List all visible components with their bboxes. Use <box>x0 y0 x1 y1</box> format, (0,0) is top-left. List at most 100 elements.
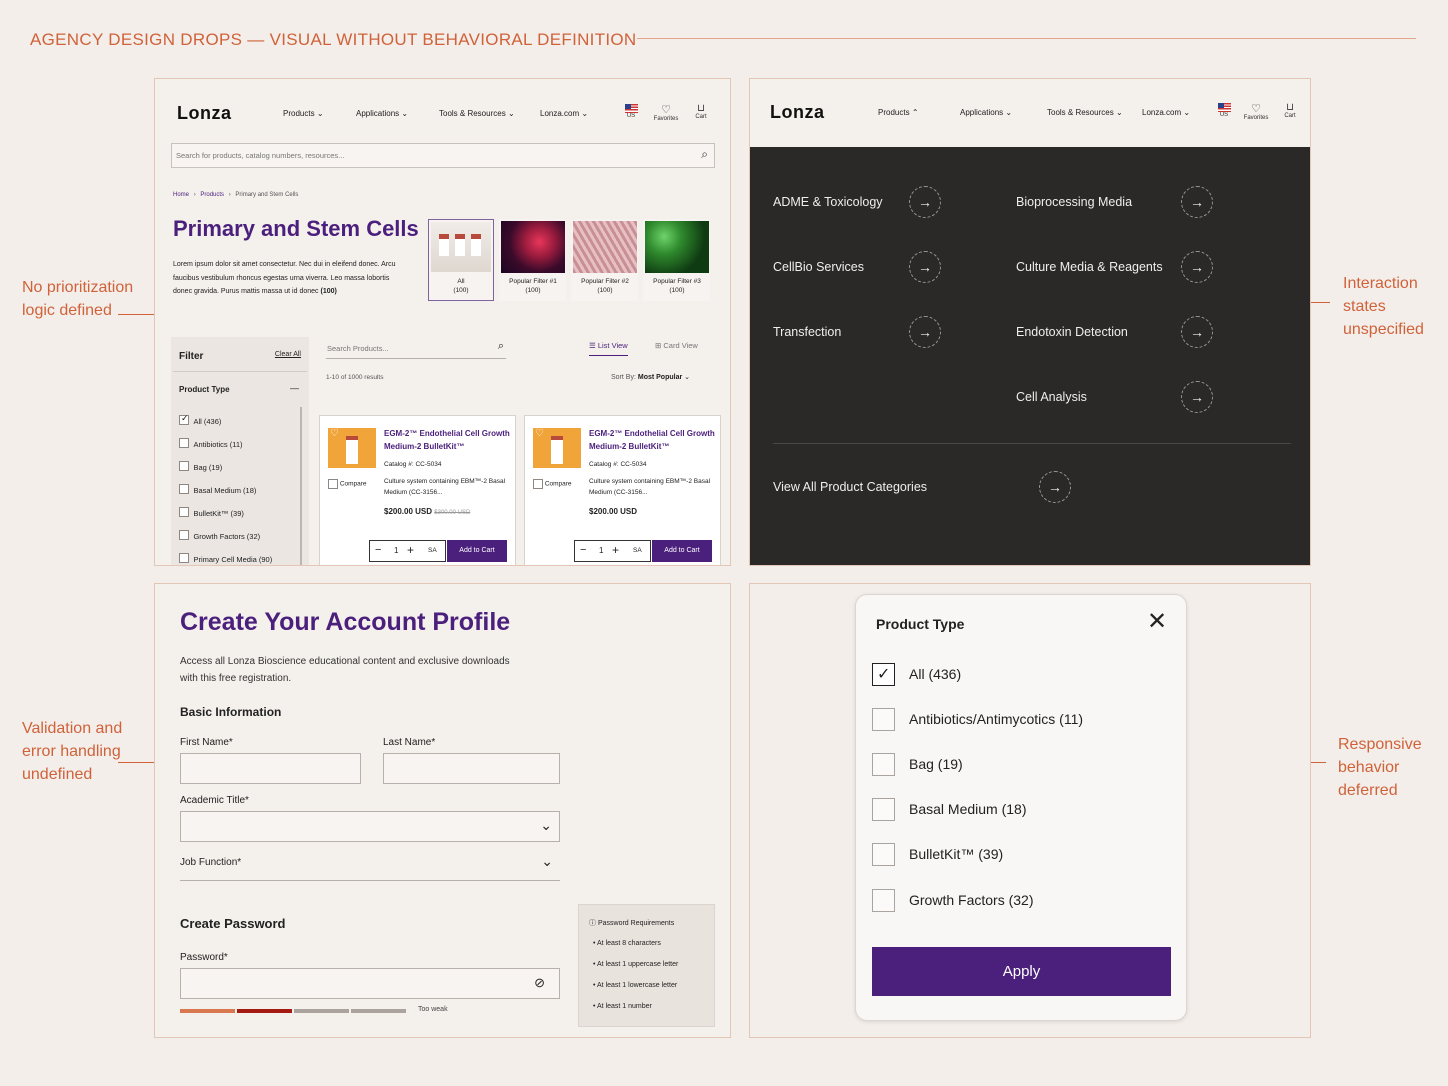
arrow-right-icon[interactable]: → <box>1181 186 1213 218</box>
add-to-cart-button[interactable]: Add to Cart <box>652 540 712 562</box>
nav-products[interactable]: Products ⌄ <box>283 109 324 118</box>
clear-all-link[interactable]: Clear All <box>275 351 301 358</box>
checkbox-checked[interactable]: ✓ <box>872 663 895 686</box>
nav-tools-resources[interactable]: Tools & Resources ⌄ <box>439 109 515 118</box>
us-flag-button[interactable]: US <box>623 104 639 119</box>
filter-option[interactable]: Growth Factors (32) <box>179 526 260 544</box>
minus-icon[interactable]: − <box>580 544 586 556</box>
plus-icon[interactable]: + <box>407 543 414 557</box>
plus-icon[interactable]: + <box>612 543 619 557</box>
quantity-value[interactable]: 1 <box>599 546 603 555</box>
checkbox[interactable] <box>533 479 543 489</box>
academic-title-select[interactable]: ⌄ <box>180 811 560 842</box>
quantity-value[interactable]: 1 <box>394 546 398 555</box>
checkbox[interactable] <box>179 529 189 540</box>
nav-products-open[interactable]: Products ⌃ <box>878 108 919 117</box>
arrow-right-icon[interactable]: → <box>1039 471 1071 503</box>
search-icon[interactable]: ⌕ <box>498 340 504 353</box>
filter-tile-1[interactable]: Popular Filter #1 (100) <box>499 219 566 301</box>
apply-button[interactable]: Apply <box>872 947 1171 996</box>
checkbox[interactable] <box>872 753 895 776</box>
menu-item-culture-media[interactable]: Culture Media & Reagents <box>1016 260 1163 274</box>
quantity-stepper[interactable]: − 1 + SA <box>574 540 651 562</box>
site-search-input[interactable]: Search for products, catalog numbers, re… <box>171 143 715 168</box>
filter-option[interactable]: Bag (19) <box>179 457 222 475</box>
heart-icon[interactable]: ♡ <box>330 428 339 439</box>
nav-lonza-com[interactable]: Lonza.com ⌄ <box>1142 108 1190 117</box>
menu-item-endotoxin-detection[interactable]: Endotoxin Detection <box>1016 325 1128 339</box>
view-all-categories-link[interactable]: View All Product Categories <box>773 480 927 494</box>
list-icon: ☰ <box>589 341 596 350</box>
filter-option[interactable]: Basal Medium (18) <box>179 480 256 498</box>
checkbox[interactable] <box>872 843 895 866</box>
filter-option[interactable]: Primary Cell Media (90) <box>179 549 272 565</box>
first-name-field[interactable] <box>180 753 361 784</box>
filter-scrollbar[interactable] <box>300 407 302 565</box>
filter-option[interactable]: Antibiotics (11) <box>179 434 243 452</box>
eye-slash-icon[interactable]: ⊘ <box>534 975 545 991</box>
filter-tile-2[interactable]: Popular Filter #2 (100) <box>571 219 638 301</box>
arrow-right-icon[interactable]: → <box>1181 316 1213 348</box>
nav-applications[interactable]: Applications ⌄ <box>960 108 1012 117</box>
filter-tile-all[interactable]: All (100) <box>428 219 494 301</box>
quantity-stepper[interactable]: − 1 + SA <box>369 540 446 562</box>
compare-checkbox[interactable]: Compare <box>533 479 572 489</box>
close-icon[interactable]: ✕ <box>1147 610 1167 634</box>
favorites-button[interactable]: ♡ Favorites <box>1242 102 1270 121</box>
checkbox[interactable] <box>179 552 189 563</box>
filter-option[interactable]: BulletKit™ (39) <box>179 503 244 521</box>
annotation-line: Interaction <box>1343 275 1418 292</box>
breadcrumb-home[interactable]: Home <box>173 192 189 198</box>
compare-checkbox[interactable]: Compare <box>328 479 367 489</box>
requirements-title: Password Requirements <box>597 920 675 927</box>
arrow-right-icon[interactable]: → <box>1181 381 1213 413</box>
arrow-right-icon[interactable]: → <box>909 251 941 283</box>
checkbox[interactable] <box>179 483 189 494</box>
nav-lonza-com[interactable]: Lonza.com ⌄ <box>540 109 588 118</box>
search-icon[interactable]: ⌕ <box>701 147 708 162</box>
product-name[interactable]: EGM-2™ Endothelial Cell Growth Medium-2 … <box>589 427 719 453</box>
product-name[interactable]: EGM-2™ Endothelial Cell Growth Medium-2 … <box>384 427 514 453</box>
lonza-logo[interactable]: Lonza <box>770 102 825 123</box>
list-view-toggle[interactable]: ☰ List View <box>589 341 628 356</box>
checkbox[interactable] <box>872 798 895 821</box>
arrow-right-icon[interactable]: → <box>909 316 941 348</box>
heart-icon[interactable]: ♡ <box>535 428 544 439</box>
lonza-logo[interactable]: Lonza <box>177 103 232 124</box>
minus-icon[interactable]: − <box>375 544 381 556</box>
sort-dropdown[interactable]: Sort By: Most Popular ⌄ <box>611 373 690 381</box>
job-function-select[interactable]: ⌄ <box>180 850 560 881</box>
filter-tile-3[interactable]: Popular Filter #3 (100) <box>643 219 710 301</box>
arrow-right-icon[interactable]: → <box>1181 251 1213 283</box>
nav-tools-resources[interactable]: Tools & Resources ⌄ <box>1047 108 1123 117</box>
card-view-toggle[interactable]: ⊞ Card View <box>655 341 698 350</box>
menu-item-cell-analysis[interactable]: Cell Analysis <box>1016 390 1087 404</box>
checkbox[interactable] <box>179 460 189 471</box>
cart-button[interactable]: ⊔ Cart <box>691 103 711 120</box>
product-card[interactable]: ♡ EGM-2™ Endothelial Cell Growth Medium-… <box>524 415 721 565</box>
product-search-input[interactable]: Search Products... ⌕ <box>326 339 506 359</box>
menu-item-adme-toxicology[interactable]: ADME & Toxicology <box>773 195 883 209</box>
password-field[interactable]: ⊘ <box>180 968 560 999</box>
product-card[interactable]: ♡ EGM-2™ Endothelial Cell Growth Medium-… <box>319 415 516 565</box>
menu-item-transfection[interactable]: Transfection <box>773 325 841 339</box>
add-to-cart-button[interactable]: Add to Cart <box>447 540 507 562</box>
collapse-icon[interactable]: — <box>290 383 299 393</box>
checkbox[interactable] <box>872 889 895 912</box>
breadcrumb-products[interactable]: Products <box>200 192 224 198</box>
menu-item-bioprocessing-media[interactable]: Bioprocessing Media <box>1016 195 1132 209</box>
checkbox[interactable] <box>179 506 189 517</box>
checkbox[interactable] <box>328 479 338 489</box>
cart-button[interactable]: ⊔ Cart <box>1280 102 1300 119</box>
tile-label: All <box>457 278 465 285</box>
checkbox[interactable] <box>872 708 895 731</box>
nav-applications[interactable]: Applications ⌄ <box>356 109 408 118</box>
checkbox[interactable] <box>179 437 189 448</box>
arrow-right-icon[interactable]: → <box>909 186 941 218</box>
favorites-button[interactable]: ♡ Favorites <box>652 103 680 122</box>
us-flag-button[interactable]: US <box>1216 103 1232 118</box>
menu-item-cellbio-services[interactable]: CellBio Services <box>773 260 864 274</box>
filter-option[interactable]: ✓ All (436) <box>179 411 221 429</box>
last-name-field[interactable] <box>383 753 560 784</box>
checkbox-checked[interactable]: ✓ <box>179 413 189 425</box>
